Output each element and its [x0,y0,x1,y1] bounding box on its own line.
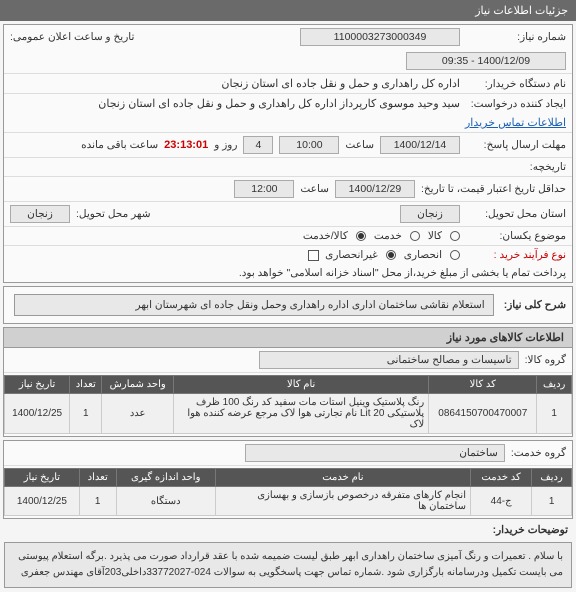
process-label: نوع فرآیند خرید : [466,249,566,261]
city-value: زنجان [10,205,70,223]
scol-deliver: تاریخ نیاز [5,469,80,487]
countdown: 23:13:01 [164,139,208,151]
col-deliver: تاریخ نیاز [5,376,70,394]
col-code: کد کالا [429,376,537,394]
deadline-date: 1400/12/14 [380,136,460,154]
col-name: نام کالا [174,376,429,394]
subject-type-radios: کالا خدمت کالا/خدمت [303,230,460,242]
days-left: 4 [243,136,273,154]
scell-unit: دستگاه [116,487,215,516]
opt-both: کالا/خدمت [303,230,348,242]
main-info-section: شماره نیاز: 1100003273000349 تاریخ و ساع… [3,24,573,283]
notes-box: با سلام . تعمیرات و رنگ آمیزی ساختمان را… [4,542,572,588]
description-section: شرح کلی نیاز: استعلام نقاشی ساختمان ادار… [3,286,573,324]
goods-section: اطلاعات کالاهای مورد نیاز گروه کالا: تاس… [3,327,573,437]
creator-value: سید وحید موسوی کارپرداز اداره کل راهداری… [98,97,460,110]
announce-label: تاریخ و ساعت اعلان عمومی: [10,31,134,43]
day-label: روز و [214,139,237,151]
history-label: تاریخچه: [466,161,566,173]
table-row: 1 ج-44 انجام کارهای متفرقه درخصوص بازساز… [5,487,572,516]
need-no-value: 1100003273000349 [300,28,460,46]
scell-deliver: 1400/12/25 [5,487,80,516]
cell-idx: 1 [537,394,572,434]
province-label: استان محل تحویل: [466,208,566,220]
col-unit: واحد شمارش [102,376,174,394]
service-table: ردیف کد خدمت نام خدمت واحد اندازه گیری ت… [4,468,572,516]
goods-table: ردیف کد کالا نام کالا واحد شمارش تعداد ت… [4,375,572,434]
proc-exclusive: انحصاری [404,249,442,261]
cell-deliver: 1400/12/25 [5,394,70,434]
payment-note: پرداخت تمام یا بخشی از مبلغ خرید،از محل … [239,267,566,279]
buyer-org-label: نام دستگاه خریدار: [466,78,566,90]
time-label-2: ساعت [300,183,329,195]
deadline-time: 10:00 [279,136,339,154]
service-section: گروه خدمت: ساختمان ردیف کد خدمت نام خدمت… [3,440,573,519]
section-header: جزئیات اطلاعات نیاز [0,0,576,21]
radio-non[interactable] [386,250,396,260]
scol-name: نام خدمت [215,469,470,487]
goods-group-value: تاسیسات و مصالح ساختمانی [259,351,519,369]
deadline-label: مهلت ارسال پاسخ: [466,139,566,151]
radio-service[interactable] [410,231,420,241]
opt-goods: کالا [428,230,442,242]
scell-qty: 1 [79,487,116,516]
process-radios: انحصاری غیرانحصاری [325,249,460,261]
goods-section-title: اطلاعات کالاهای مورد نیاز [4,328,572,348]
cell-unit: عدد [102,394,174,434]
scell-code: ج-44 [470,487,531,516]
buyer-org-value: اداره کل راهداری و حمل و نقل جاده ای است… [221,77,460,90]
header-title: جزئیات اطلاعات نیاز [475,5,568,17]
scol-row: ردیف [532,469,572,487]
scell-idx: 1 [532,487,572,516]
time-label-1: ساعت [345,139,374,151]
opt-service: خدمت [374,230,402,242]
radio-exclusive[interactable] [450,250,460,260]
announce-value: 1400/12/09 - 09:35 [406,52,566,70]
cell-code: 0864150700470007 [429,394,537,434]
min-valid-time: 12:00 [234,180,294,198]
payment-checkbox[interactable] [308,250,319,261]
min-valid-date: 1400/12/29 [335,180,415,198]
notes-label: توضیحات خریدار: [493,524,568,536]
creator-label: ایجاد کننده درخواست: [466,98,566,110]
desc-text: استعلام نقاشی ساختمان اداری اداره راهدار… [14,294,494,316]
province-value: زنجان [400,205,460,223]
desc-title-label: شرح کلی نیاز: [504,299,566,311]
scell-name: انجام کارهای متفرقه درخصوص بازسازی و بهس… [215,487,470,516]
contact-link[interactable]: اطلاعات تماس خریدار [465,116,566,129]
service-group-value: ساختمان [245,444,505,462]
scol-code: کد خدمت [470,469,531,487]
goods-group-label: گروه کالا: [525,354,566,366]
scol-qty: تعداد [79,469,116,487]
cell-qty: 1 [70,394,102,434]
need-no-label: شماره نیاز: [466,31,566,43]
radio-goods[interactable] [450,231,460,241]
subject-type-label: موضوع یکسان: [466,230,566,242]
col-row: ردیف [537,376,572,394]
cell-name: رنگ پلاستیک وینیل استات مات سفید کد رنگ … [174,394,429,434]
service-group-label: گروه خدمت: [511,447,566,459]
col-qty: تعداد [70,376,102,394]
table-row: 1 0864150700470007 رنگ پلاستیک وینیل است… [5,394,572,434]
scol-unit: واحد اندازه گیری [116,469,215,487]
radio-both[interactable] [356,231,366,241]
remain-label: ساعت باقی مانده [81,139,158,151]
city-label: شهر محل تحویل: [76,208,151,220]
proc-non: غیرانحصاری [325,249,378,261]
min-valid-label: حداقل تاریخ اعتبار قیمت، تا تاریخ: [421,183,566,195]
